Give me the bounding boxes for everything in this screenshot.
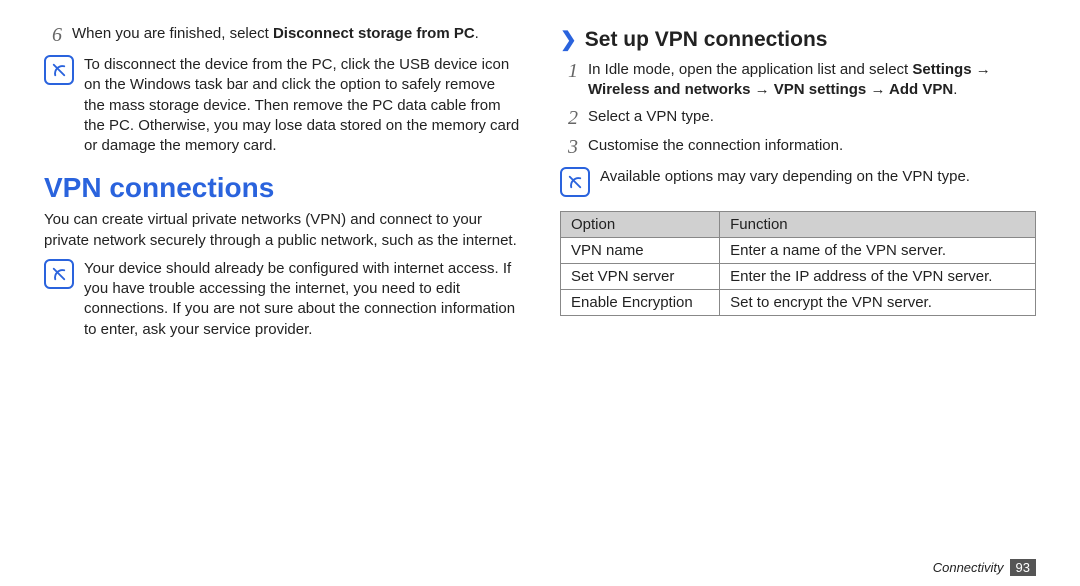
cell-function: Enter the IP address of the VPN server.: [720, 263, 1036, 289]
note-text: To disconnect the device from the PC, cl…: [84, 55, 520, 156]
note-disconnect: To disconnect the device from the PC, cl…: [44, 55, 520, 156]
col-option: Option: [561, 211, 720, 237]
step-number: 1: [560, 60, 578, 101]
table-row: VPN name Enter a name of the VPN server.: [561, 237, 1036, 263]
table-header-row: Option Function: [561, 211, 1036, 237]
step-text: When you are finished, select Disconnect…: [72, 24, 479, 47]
step6-a: When you are finished, select: [72, 25, 273, 42]
vpn-intro: You can create virtual private networks …: [44, 210, 520, 251]
step6-bold: Disconnect storage from PC: [273, 25, 475, 42]
table-row: Set VPN server Enter the IP address of t…: [561, 263, 1036, 289]
note-text: Your device should already be configured…: [84, 259, 520, 340]
chevron-right-icon: ❯: [560, 30, 577, 50]
heading-vpn-connections: VPN connections: [44, 172, 520, 204]
footer-page-number: 93: [1010, 559, 1036, 576]
step1-b: .: [953, 81, 957, 98]
page-footer: Connectivity 93: [933, 559, 1036, 576]
left-column: 6 When you are finished, select Disconne…: [44, 24, 520, 576]
step-number: 2: [560, 107, 578, 130]
step1-a: In Idle mode, open the application list …: [588, 61, 912, 78]
footer-section: Connectivity: [933, 560, 1004, 575]
note-icon: [560, 167, 590, 197]
note-internet-access: Your device should already be configured…: [44, 259, 520, 340]
subhead-text: Set up VPN connections: [585, 28, 828, 52]
note-icon: [44, 259, 74, 289]
cell-option: Enable Encryption: [561, 289, 720, 315]
step-number: 3: [560, 136, 578, 159]
step-3: 3 Customise the connection information.: [560, 136, 1036, 159]
step-1: 1 In Idle mode, open the application lis…: [560, 60, 1036, 101]
page: 6 When you are finished, select Disconne…: [0, 0, 1080, 586]
col-function: Function: [720, 211, 1036, 237]
step6-b: .: [475, 25, 479, 42]
cell-function: Enter a name of the VPN server.: [720, 237, 1036, 263]
cell-option: Set VPN server: [561, 263, 720, 289]
right-column: ❯ Set up VPN connections 1 In Idle mode,…: [560, 24, 1036, 576]
step-6: 6 When you are finished, select Disconne…: [44, 24, 520, 47]
step-text: Select a VPN type.: [588, 107, 714, 130]
note-text: Available options may vary depending on …: [600, 167, 970, 197]
cell-option: VPN name: [561, 237, 720, 263]
step-number: 6: [44, 24, 62, 47]
table-row: Enable Encryption Set to encrypt the VPN…: [561, 289, 1036, 315]
step-text: In Idle mode, open the application list …: [588, 60, 1036, 101]
vpn-options-table: Option Function VPN name Enter a name of…: [560, 211, 1036, 316]
note-icon: [44, 55, 74, 85]
step-text: Customise the connection information.: [588, 136, 843, 159]
subheading-setup-vpn: ❯ Set up VPN connections: [560, 28, 1036, 52]
note-options-vary: Available options may vary depending on …: [560, 167, 1036, 197]
cell-function: Set to encrypt the VPN server.: [720, 289, 1036, 315]
step-2: 2 Select a VPN type.: [560, 107, 1036, 130]
